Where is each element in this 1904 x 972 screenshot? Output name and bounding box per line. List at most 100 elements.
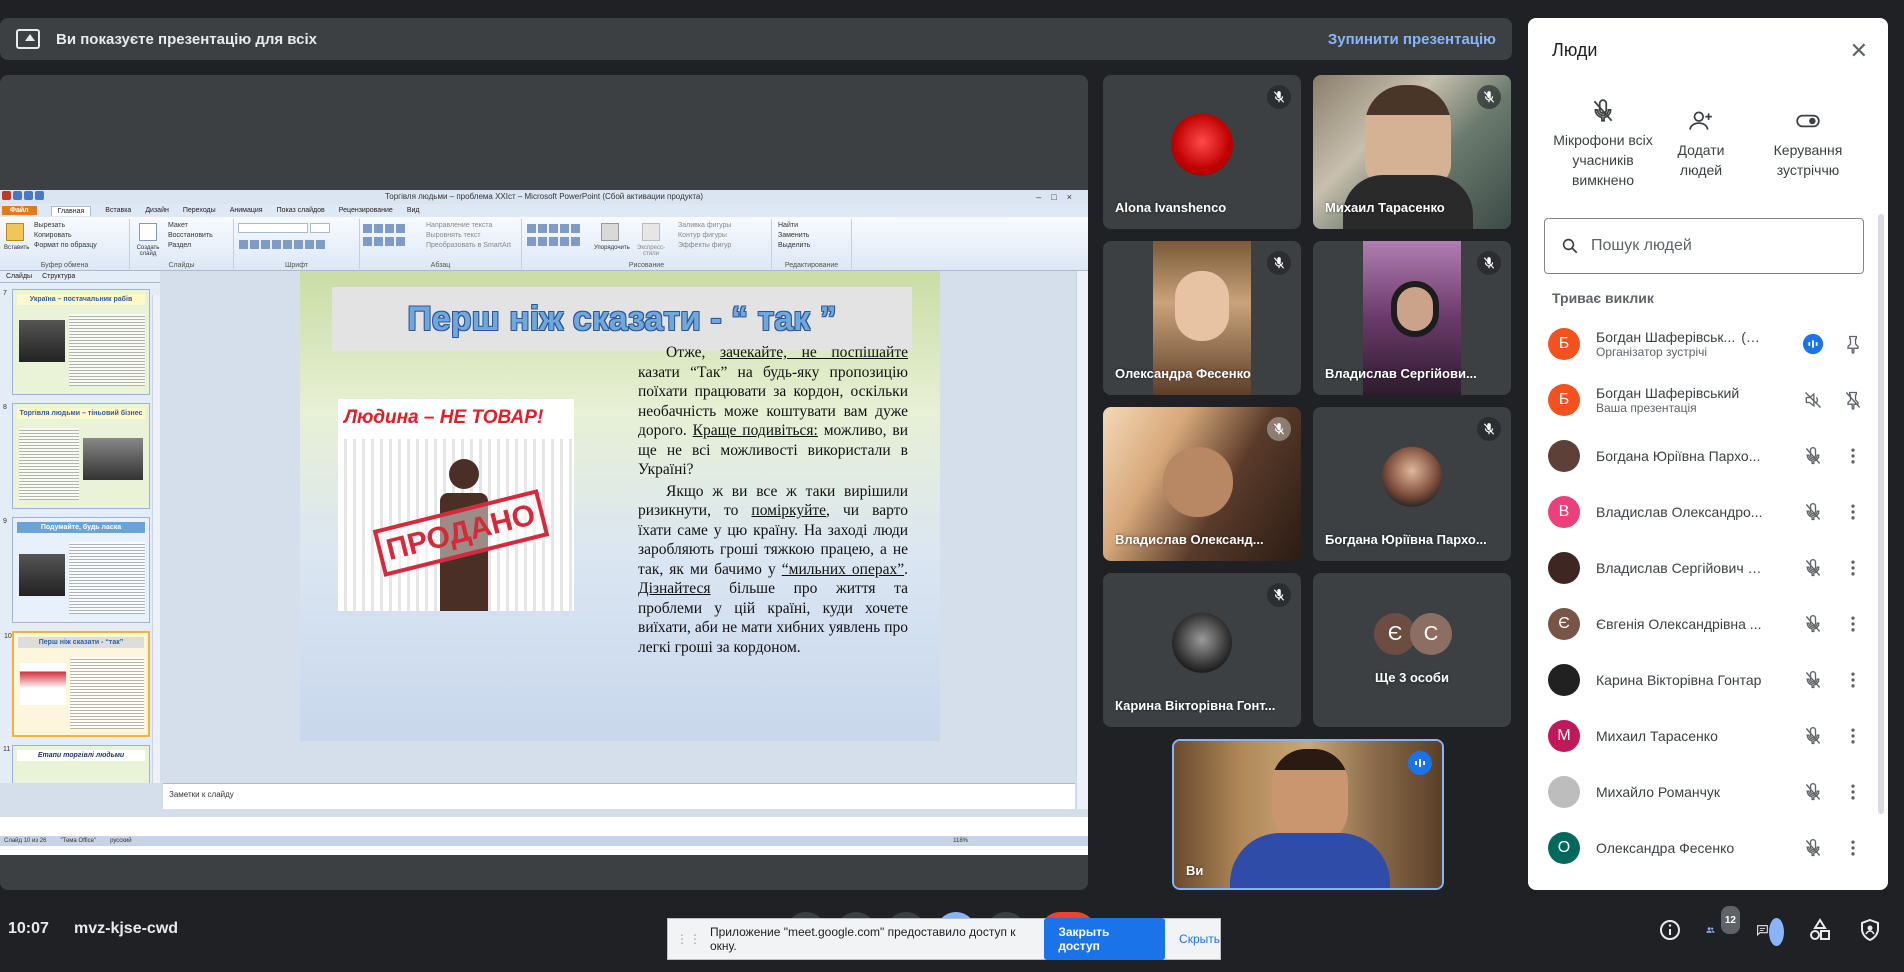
- arrange-icon[interactable]: [601, 223, 619, 241]
- participant-row[interactable]: Владислав Сергійович Б...: [1528, 540, 1888, 596]
- shape-effects-button[interactable]: Эффекты фигур: [674, 241, 731, 251]
- more-options-icon[interactable]: [1842, 501, 1864, 523]
- font-format-buttons[interactable]: [234, 239, 359, 252]
- cut-button[interactable]: Вырезать: [30, 221, 97, 231]
- mute-all-action[interactable]: Мікрофони всіх учасників вимкнено: [1550, 98, 1656, 190]
- self-view-tile[interactable]: Ви: [1172, 739, 1444, 890]
- stop-presenting-button[interactable]: Зупинити презентацію: [1328, 31, 1496, 48]
- quick-access-toolbar[interactable]: [2, 191, 44, 200]
- slide-thumbnail[interactable]: 7 Україна – постачальник рабів: [3, 289, 150, 395]
- participant-row[interactable]: Карина Вікторівна Гонтар: [1528, 652, 1888, 708]
- tab-review[interactable]: Рецензирование: [339, 207, 393, 214]
- stop-sharing-button[interactable]: Закрыть доступ: [1044, 918, 1166, 960]
- people-icon[interactable]: 12: [1706, 906, 1740, 944]
- format-painter-button[interactable]: Формат по образцу: [30, 241, 97, 251]
- tab-view[interactable]: Вид: [407, 207, 420, 214]
- slide-thumbnail[interactable]: 11 Етапи торгівлі людьми: [3, 745, 150, 783]
- current-slide[interactable]: Перш ніж сказати - “ так ” Людина – НЕ Т…: [300, 271, 940, 741]
- replace-button[interactable]: Заменить: [774, 231, 810, 241]
- mic-off-icon[interactable]: [1802, 781, 1824, 803]
- participant-row[interactable]: Є Євгенія Олександрівна ...: [1528, 596, 1888, 652]
- smartart-button[interactable]: Преобразовать в SmartArt: [422, 241, 511, 251]
- pin-off-icon[interactable]: [1842, 389, 1864, 411]
- panel-scrollbar[interactable]: [1878, 214, 1884, 814]
- find-button[interactable]: Найти: [774, 221, 810, 231]
- search-people-input[interactable]: Пошук людей: [1544, 218, 1864, 274]
- volume-off-icon[interactable]: [1802, 389, 1824, 411]
- font-name-combo[interactable]: [238, 223, 308, 233]
- meeting-code[interactable]: mvz-kjse-cwd: [74, 920, 178, 938]
- participant-tile[interactable]: Владислав Сергійови...: [1313, 241, 1511, 395]
- more-options-icon[interactable]: [1842, 445, 1864, 467]
- thumbs-scrollbar[interactable]: [152, 295, 160, 783]
- participant-row[interactable]: В Владислав Олександро...: [1528, 484, 1888, 540]
- participant-row[interactable]: Б Богдан Шаферівськ... (Ви) Організатор зус…: [1528, 316, 1888, 372]
- slide-scrollbar[interactable]: [1076, 271, 1088, 809]
- hide-button[interactable]: Скрыть: [1179, 932, 1220, 946]
- tab-insert[interactable]: Вставка: [105, 207, 131, 214]
- shape-fill-button[interactable]: Заливка фигуры: [674, 221, 731, 231]
- shapes-gallery[interactable]: [526, 223, 590, 249]
- participant-row[interactable]: Б Богдан Шаферівський Ваша презентація: [1528, 372, 1888, 428]
- new-slide-icon[interactable]: [139, 223, 157, 241]
- more-options-icon[interactable]: [1842, 557, 1864, 579]
- tab-animation[interactable]: Анимация: [230, 207, 263, 214]
- select-button[interactable]: Выделить: [774, 241, 810, 251]
- window-controls[interactable]: –□×: [1036, 190, 1082, 204]
- mic-off-icon[interactable]: [1802, 725, 1824, 747]
- pin-icon[interactable]: [1842, 333, 1864, 355]
- host-controls-action[interactable]: Керування зустріччю: [1748, 108, 1868, 180]
- participant-tile[interactable]: Олександра Фесенко: [1103, 241, 1301, 395]
- participant-tile[interactable]: Богдана Юріївна Пархо...: [1313, 407, 1511, 561]
- layout-button[interactable]: Макет: [164, 221, 213, 231]
- slide-notes[interactable]: Заметки к слайду: [163, 783, 1075, 809]
- more-options-icon[interactable]: [1842, 669, 1864, 691]
- chat-icon[interactable]: [1756, 916, 1784, 946]
- font-size-combo[interactable]: [309, 223, 330, 233]
- participant-row[interactable]: Богдана Юріївна Пархо...: [1528, 428, 1888, 484]
- more-participants-tile[interactable]: Є С Ще 3 особи: [1313, 573, 1511, 727]
- participant-row[interactable]: О Олександра Фесенко: [1528, 820, 1888, 876]
- tab-outline[interactable]: Структура: [42, 273, 75, 280]
- more-options-icon[interactable]: [1842, 613, 1864, 635]
- tab-slides[interactable]: Слайды: [6, 273, 32, 280]
- section-button[interactable]: Раздел: [164, 241, 213, 251]
- mic-off-icon[interactable]: [1802, 445, 1824, 467]
- add-people-action[interactable]: Додати людей: [1672, 108, 1730, 180]
- text-direction-button[interactable]: Направление текста: [422, 221, 511, 231]
- participant-tile[interactable]: Alona Ivanshenco: [1103, 75, 1301, 229]
- copy-button[interactable]: Копировать: [30, 231, 97, 241]
- tab-transitions[interactable]: Переходы: [183, 207, 216, 214]
- participant-tile[interactable]: Владислав Олександ...: [1103, 407, 1301, 561]
- drag-handle-icon[interactable]: ⋮⋮: [676, 932, 702, 946]
- mic-off-icon[interactable]: [1802, 613, 1824, 635]
- slide-thumbnail[interactable]: 8 Торгівля людьми – тіньовий бізнес: [3, 403, 150, 509]
- more-options-icon[interactable]: [1842, 725, 1864, 747]
- mic-off-icon[interactable]: [1802, 557, 1824, 579]
- shape-outline-button[interactable]: Контур фигуры: [674, 231, 731, 241]
- paste-icon[interactable]: [6, 223, 24, 241]
- tab-slideshow[interactable]: Показ слайдов: [277, 207, 325, 214]
- zoom-level[interactable]: 118%: [953, 838, 968, 844]
- reset-button[interactable]: Восстановить: [164, 231, 213, 241]
- mic-off-icon[interactable]: [1802, 501, 1824, 523]
- slide-thumbnail[interactable]: 9 Подумайте, будь ласка: [3, 517, 150, 623]
- participant-row[interactable]: М Михаил Тарасенко: [1528, 708, 1888, 764]
- tab-file[interactable]: Файл: [2, 206, 37, 215]
- mic-off-icon[interactable]: [1802, 837, 1824, 859]
- tab-design[interactable]: Дизайн: [145, 207, 169, 214]
- tab-home[interactable]: Главная: [50, 205, 92, 216]
- close-icon[interactable]: ✕: [1850, 38, 1868, 64]
- more-options-icon[interactable]: [1842, 837, 1864, 859]
- activities-icon[interactable]: [1806, 916, 1834, 944]
- paragraph-buttons[interactable]: [362, 223, 406, 249]
- participant-tile[interactable]: Михаил Тарасенко: [1313, 75, 1511, 229]
- info-icon[interactable]: [1656, 916, 1684, 944]
- more-options-icon[interactable]: [1842, 781, 1864, 803]
- speaking-indicator-icon[interactable]: [1802, 333, 1824, 355]
- align-text-button[interactable]: Выровнять текст: [422, 231, 511, 241]
- participant-row[interactable]: Михайло Романчук: [1528, 764, 1888, 820]
- slide-thumbnail-selected[interactable]: 10 Перш ніж сказати - “так”: [4, 631, 150, 737]
- participant-tile[interactable]: Карина Вікторівна Гонт...: [1103, 573, 1301, 727]
- mic-off-icon[interactable]: [1802, 669, 1824, 691]
